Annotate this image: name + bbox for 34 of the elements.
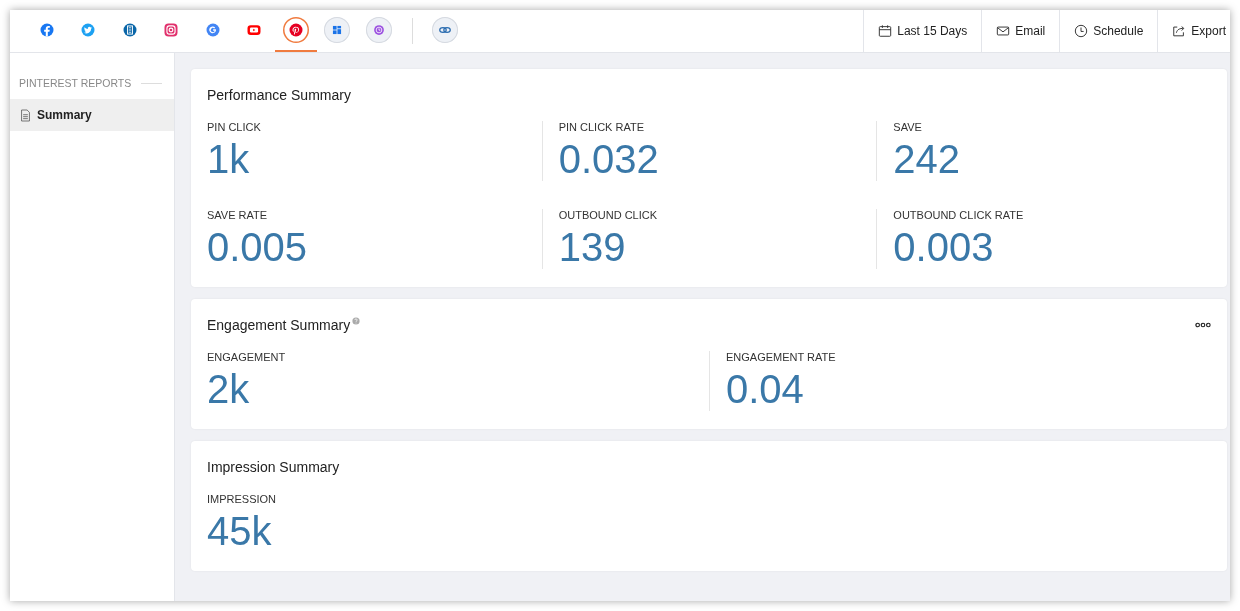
more-options-icon[interactable] [1195,322,1211,328]
pinterest-icon [282,17,309,43]
card-title: Performance Summary [207,87,351,103]
grid-icon [324,17,351,43]
metric-label: PIN CLICK [207,121,261,133]
metric-value: 0.005 [207,225,308,269]
clock-icon [1074,24,1089,38]
card-title: Impression Summary [207,459,340,475]
metric-label: OUTBOUND CLICK [558,209,658,221]
sidebar-item[interactable]: Summary [10,99,174,131]
metric-value: 139 [558,225,626,269]
calendar-icon [878,24,893,38]
metric-value: 0.003 [893,225,994,269]
metric-value: 45k [207,509,272,553]
metric-value: 242 [893,137,961,181]
metric-value: 0.032 [558,137,659,181]
help-icon[interactable] [352,317,361,325]
sidebar-heading: PINTEREST REPORTS [19,77,132,89]
metric-label: ENGAGEMENT [207,351,286,363]
metric-label: IMPRESSION [207,493,277,505]
card-title: Engagement Summary [207,317,351,333]
metric-label: SAVE RATE [207,209,268,221]
document-icon [20,108,31,122]
metric-label: SAVE [893,121,922,133]
metric-label: ENGAGEMENT RATE [726,351,836,363]
metric-value: 1k [207,137,250,181]
metric-label: OUTBOUND CLICK RATE [893,209,1024,221]
link-icon [432,17,459,43]
metric-value: 2k [207,367,250,411]
export-icon [1172,24,1187,38]
metric-label: PIN CLICK RATE [558,121,645,133]
metric-value: 0.04 [726,367,804,411]
clock-icon [365,17,392,43]
envelope-icon [996,24,1011,38]
